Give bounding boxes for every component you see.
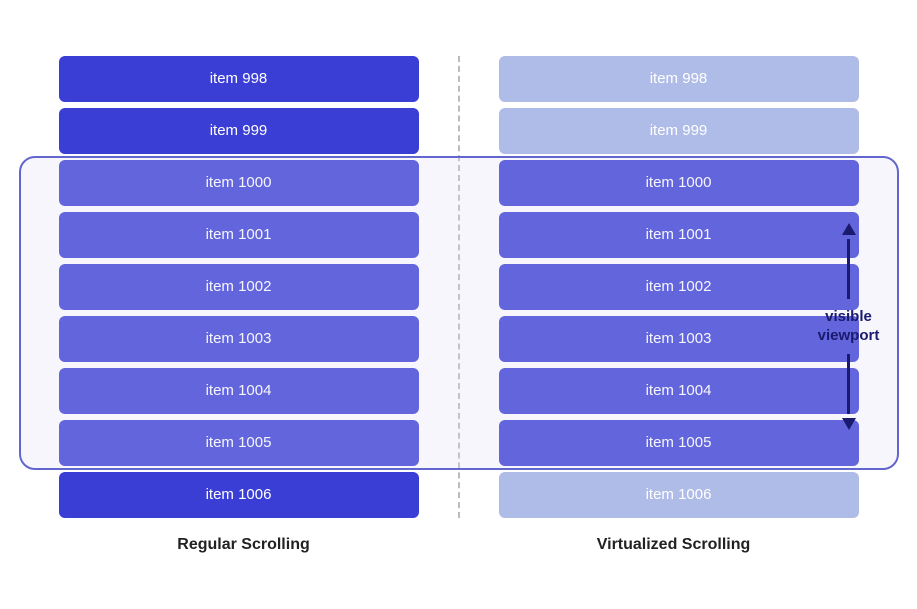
right-item-1002: item 1002 (499, 264, 859, 310)
left-item-1004: item 1004 (59, 368, 419, 414)
left-column: item 998 item 999 item 1000 item 1001 item 1… (29, 56, 459, 518)
right-item-1003: item 1003 (499, 316, 859, 362)
left-item-1005: item 1005 (59, 420, 419, 466)
left-label: Regular Scrolling (29, 536, 459, 554)
arrow-line-up (847, 239, 850, 299)
right-item-1006: item 1006 (499, 472, 859, 518)
column-divider (458, 56, 460, 518)
right-label: Virtualized Scrolling (459, 536, 889, 554)
labels-row: Regular Scrolling Virtualized Scrolling (29, 536, 889, 554)
arrow-line-down (847, 354, 850, 414)
left-item-1000: item 1000 (59, 160, 419, 206)
right-item-1001: item 1001 (499, 212, 859, 258)
columns-wrapper: item 998 item 999 item 1000 item 1001 item 1… (29, 56, 889, 518)
left-item-1006: item 1006 (59, 472, 419, 518)
arrow-head-down (842, 418, 856, 430)
right-item-999: item 999 (499, 108, 859, 154)
right-item-1005: item 1005 (499, 420, 859, 466)
viewport-text: visibleviewport (818, 307, 880, 346)
left-item-1001: item 1001 (59, 212, 419, 258)
arrow-down (842, 354, 856, 430)
diagram: item 998 item 999 item 1000 item 1001 item 1… (29, 56, 889, 554)
left-item-998: item 998 (59, 56, 419, 102)
left-item-999: item 999 (59, 108, 419, 154)
left-item-1002: item 1002 (59, 264, 419, 310)
right-item-1004: item 1004 (499, 368, 859, 414)
left-item-1003: item 1003 (59, 316, 419, 362)
viewport-label: visibleviewport (809, 223, 889, 430)
arrow-head-up (842, 223, 856, 235)
right-item-998: item 998 (499, 56, 859, 102)
right-item-1000: item 1000 (499, 160, 859, 206)
arrow-up (842, 223, 856, 299)
